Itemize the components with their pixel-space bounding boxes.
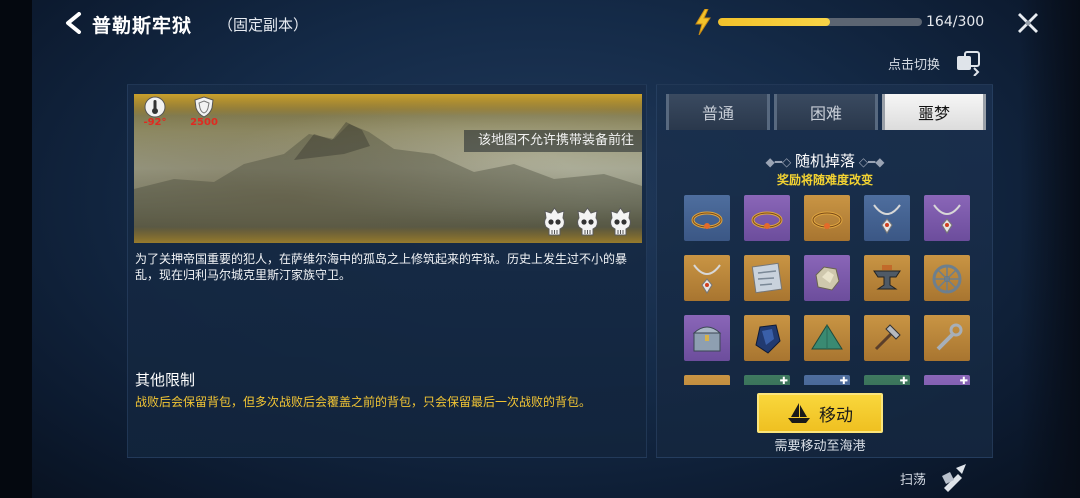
temperature-stat: -92°	[140, 96, 170, 128]
defense-value: 2500	[190, 117, 218, 128]
loot-item[interactable]: ✚	[864, 375, 910, 385]
loot-item[interactable]	[864, 315, 910, 361]
dungeon-description: 为了关押帝国重要的犯人，在萨维尔海中的孤岛之上修筑起来的牢狱。历史上发生过不小的…	[135, 252, 628, 282]
energy-bar-fill	[718, 18, 830, 26]
loot-item[interactable]: ✚	[744, 375, 790, 385]
skull-icon	[577, 207, 598, 236]
loot-item[interactable]	[684, 255, 730, 301]
plus-icon: ✚	[779, 376, 788, 385]
move-button[interactable]: 移动	[757, 393, 883, 433]
plus-icon: ✚	[899, 376, 908, 385]
right-edge	[1020, 0, 1080, 498]
loot-item[interactable]	[684, 315, 730, 361]
page-title: 普勒斯牢狱	[92, 15, 193, 37]
drops-title: 随机掉落	[794, 152, 855, 170]
close-icon[interactable]	[1014, 9, 1042, 37]
chest-icon	[692, 326, 722, 352]
loot-item[interactable]	[684, 375, 730, 385]
tab-normal[interactable]: 普通	[666, 94, 770, 130]
hammer-icon	[874, 324, 901, 351]
ship-icon	[788, 403, 810, 423]
loot-grid: ✚ ✚ ✚ ✚	[684, 195, 974, 385]
map-scroll-icon	[751, 262, 783, 294]
tab-nightmare-label: 噩梦	[917, 104, 950, 123]
loot-item[interactable]: ✚	[924, 375, 970, 385]
map-notice: 该地图不允许携带装备前往	[463, 130, 642, 152]
loot-item[interactable]	[924, 255, 970, 301]
loot-item[interactable]	[804, 195, 850, 241]
left-edge	[0, 0, 32, 498]
loot-item[interactable]	[804, 315, 850, 361]
loot-item[interactable]	[924, 195, 970, 241]
back-button[interactable]	[60, 10, 86, 36]
item-icon	[688, 379, 726, 385]
energy-value: 164/300	[926, 14, 985, 30]
ornament-right-icon: ◇━◆	[855, 155, 885, 169]
limits-heading: 其他限制	[135, 371, 196, 389]
sweep-icon[interactable]	[940, 462, 970, 492]
loot-item[interactable]	[744, 315, 790, 361]
loot-item[interactable]	[924, 315, 970, 361]
loot-item[interactable]	[804, 255, 850, 301]
move-button-label: 移动	[819, 405, 853, 426]
loot-item[interactable]	[744, 255, 790, 301]
necklace-icon	[873, 204, 901, 234]
tent-icon	[811, 324, 843, 350]
switch-label[interactable]: 点击切换	[888, 54, 940, 73]
necklace-icon	[933, 204, 961, 234]
tab-normal-label: 普通	[701, 104, 734, 123]
tab-hard[interactable]: 困难	[774, 94, 878, 130]
bracelet-icon	[751, 211, 783, 229]
ornament-left-icon: ◆━◇	[765, 155, 795, 169]
map-preview: -92° 2500 该地图不允许携带装备前往	[134, 94, 642, 243]
drops-note: 奖励将随难度改变	[776, 173, 873, 187]
page-subtitle: （固定副本）	[218, 16, 309, 34]
skull-icon	[610, 207, 631, 236]
loot-item[interactable]	[684, 195, 730, 241]
plus-icon: ✚	[839, 376, 848, 385]
defense-stat: 2500	[189, 96, 219, 128]
ore-icon	[815, 266, 840, 291]
bracelet-icon	[691, 211, 723, 229]
wrench-icon	[936, 323, 963, 351]
plus-icon: ✚	[959, 376, 968, 385]
back-arrow-icon	[66, 12, 81, 34]
difficulty-indicator	[541, 207, 634, 237]
limits-text: 战败后会保留背包，但多次战败后会覆盖之前的背包，只会保留最后一次战败的背包。	[135, 395, 592, 409]
move-hint: 需要移动至海港	[774, 439, 866, 454]
tab-nightmare[interactable]: 噩梦	[882, 94, 986, 130]
loot-item[interactable]	[864, 195, 910, 241]
tab-hard-label: 困难	[809, 104, 842, 123]
drops-heading: ◆━◇ 随机掉落 ◇━◆	[668, 150, 982, 171]
switch-icon[interactable]	[954, 50, 982, 76]
energy-bar	[718, 18, 922, 26]
wheel-icon	[932, 264, 962, 294]
anvil-icon	[873, 265, 901, 290]
sweep-label[interactable]: 扫荡	[900, 469, 926, 488]
skull-icon	[544, 207, 565, 236]
thermometer-icon	[144, 96, 166, 118]
lightning-icon	[695, 9, 711, 35]
loot-item[interactable]	[744, 195, 790, 241]
loot-item[interactable]: ✚	[804, 375, 850, 385]
temperature-value: -92°	[143, 117, 167, 128]
necklace-icon	[693, 264, 721, 294]
loot-item[interactable]	[864, 255, 910, 301]
crystal-icon	[755, 324, 781, 354]
bracelet-icon	[811, 211, 843, 229]
shield-icon	[194, 96, 214, 118]
